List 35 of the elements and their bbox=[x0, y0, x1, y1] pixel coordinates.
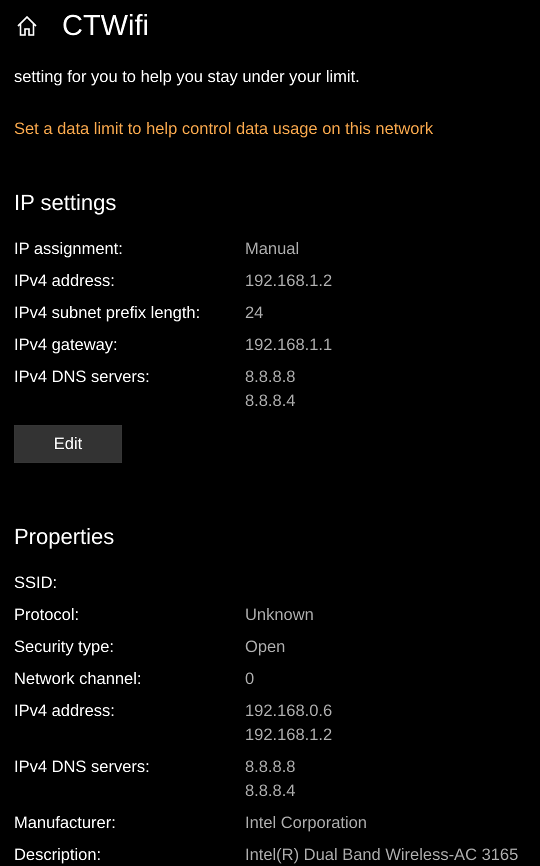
property-value: 8.8.8.4 bbox=[245, 391, 296, 412]
property-label: Manufacturer: bbox=[14, 813, 117, 834]
section-heading: Properties bbox=[14, 523, 114, 551]
property-value: Open bbox=[245, 637, 286, 658]
property-value: 8.8.8.4 bbox=[245, 781, 296, 802]
property-label: IPv4 DNS servers: bbox=[14, 367, 151, 388]
property-value: Manual bbox=[245, 239, 300, 260]
home-icon[interactable] bbox=[16, 15, 38, 37]
property-value: 0 bbox=[245, 669, 254, 690]
property-value: 192.168.1.1 bbox=[245, 335, 332, 356]
property-value: Intel Corporation bbox=[245, 813, 367, 834]
property-label: IPv4 address: bbox=[14, 271, 116, 292]
page-title: CTWifi bbox=[62, 12, 149, 40]
section-heading: IP settings bbox=[14, 189, 116, 217]
property-label: IPv4 gateway: bbox=[14, 335, 119, 356]
property-label: Protocol: bbox=[14, 605, 80, 626]
property-label: IPv4 DNS servers: bbox=[14, 757, 151, 778]
property-label: IP assignment: bbox=[14, 239, 124, 260]
property-value: Intel(R) Dual Band Wireless-AC 3165 bbox=[245, 845, 518, 866]
intro-text: setting for you to help you stay under your limit. bbox=[14, 67, 361, 88]
property-label: Network channel: bbox=[14, 669, 142, 690]
property-value: 192.168.1.2 bbox=[245, 725, 332, 746]
property-value: 8.8.8.8 bbox=[245, 367, 296, 388]
edit-button[interactable]: Edit bbox=[14, 425, 122, 463]
property-value: 192.168.0.6 bbox=[245, 701, 332, 722]
property-label: IPv4 address: bbox=[14, 701, 116, 722]
property-label: IPv4 subnet prefix length: bbox=[14, 303, 202, 324]
property-value: 192.168.1.2 bbox=[245, 271, 332, 292]
data-limit-link[interactable]: Set a data limit to help control data usage on this network bbox=[14, 117, 434, 141]
property-label: Description: bbox=[14, 845, 102, 866]
property-label: SSID: bbox=[14, 573, 58, 594]
property-value: 24 bbox=[245, 303, 264, 324]
property-value: 8.8.8.8 bbox=[245, 757, 296, 778]
property-label: Security type: bbox=[14, 637, 115, 658]
property-value: Unknown bbox=[245, 605, 314, 626]
